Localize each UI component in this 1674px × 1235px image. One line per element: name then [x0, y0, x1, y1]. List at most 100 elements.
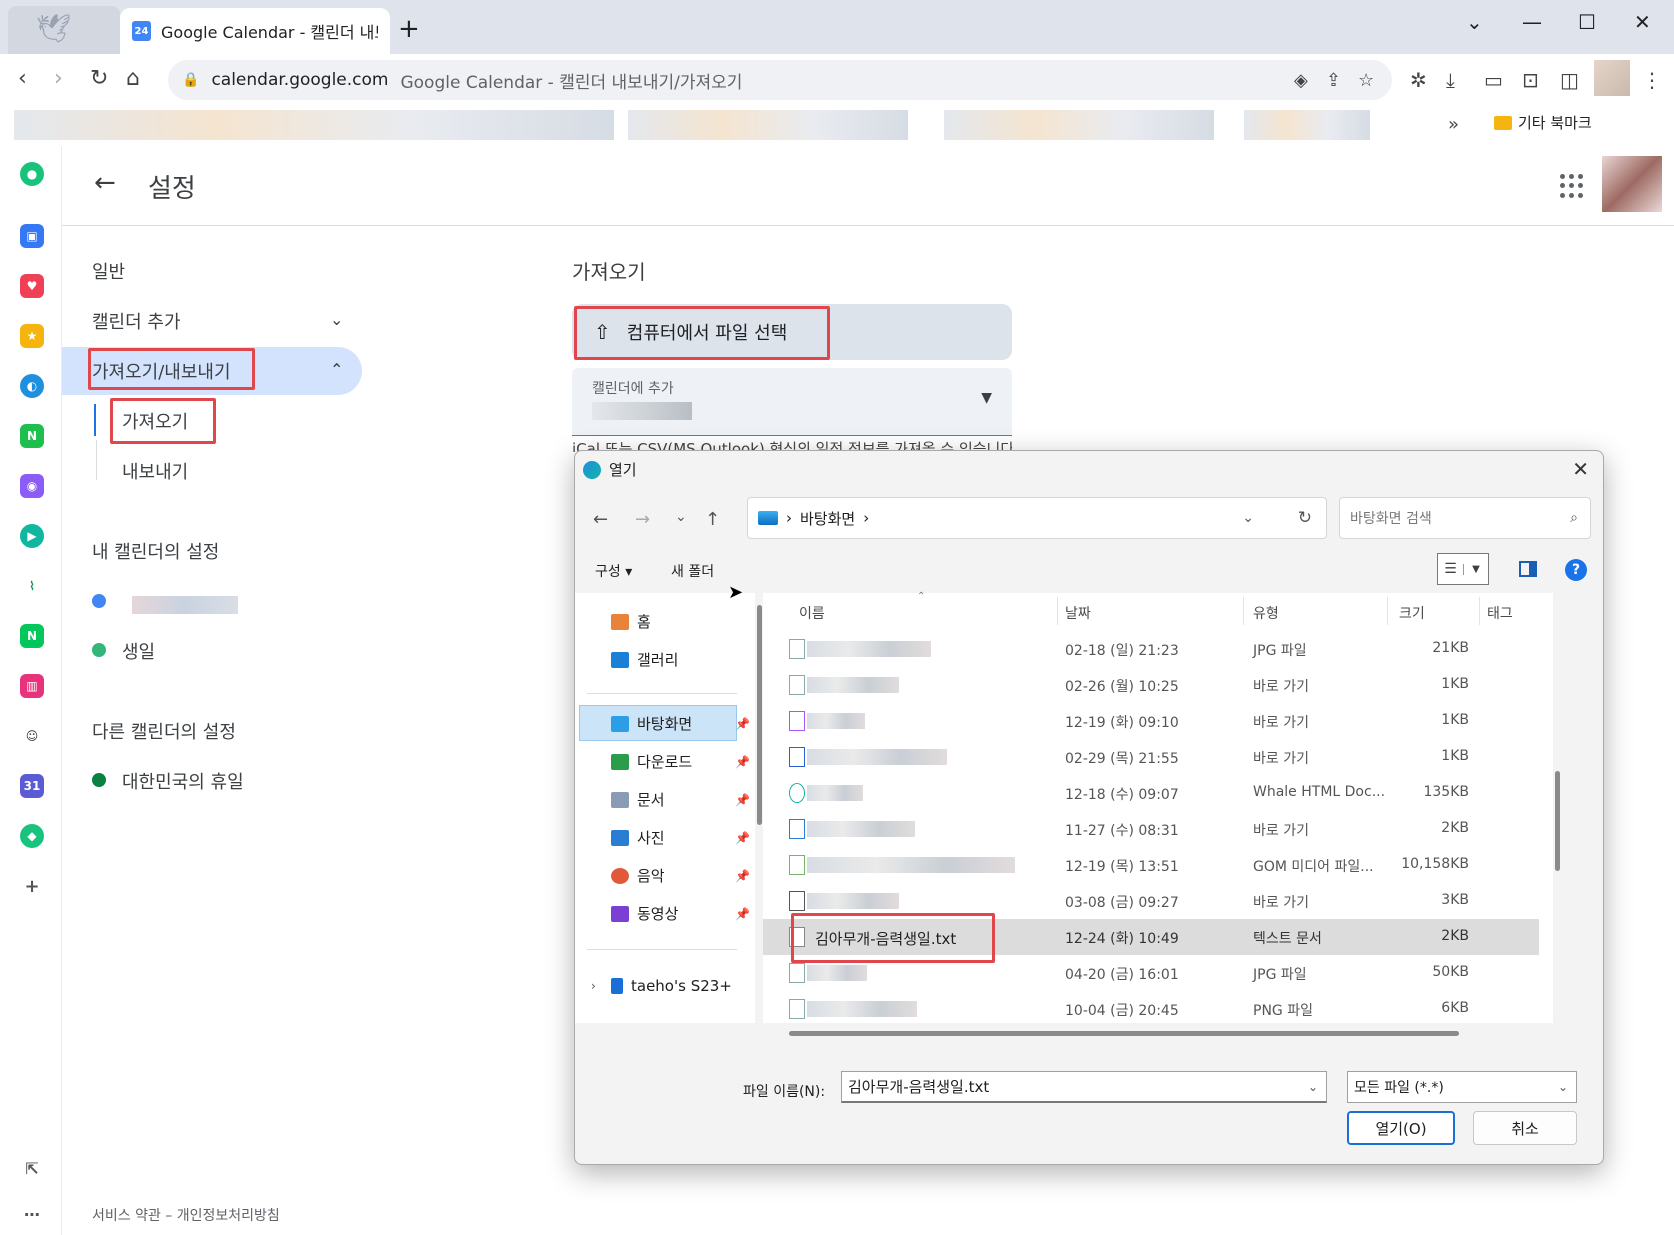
- column-separator[interactable]: [1479, 597, 1480, 625]
- dialog-close-icon[interactable]: ✕: [1572, 457, 1589, 481]
- nav-documents[interactable]: 문서: [611, 789, 665, 810]
- pin-icon[interactable]: 📌: [735, 869, 750, 883]
- table-row[interactable]: 12-19 (목) 13:51 GOM 미디어 파일... 10,158KB: [763, 847, 1539, 883]
- green-circle-app-icon[interactable]: ●: [20, 162, 44, 186]
- pin-icon[interactable]: 📌: [735, 793, 750, 807]
- column-size[interactable]: 크기: [1399, 603, 1425, 623]
- pinned-tab[interactable]: 🕊: [8, 6, 120, 54]
- footer-links[interactable]: 서비스 약관 – 개인정보처리방침: [92, 1205, 280, 1225]
- new-folder-button[interactable]: 새 폴더: [671, 561, 714, 581]
- column-type[interactable]: 유형: [1253, 603, 1279, 623]
- home-icon[interactable]: ⌂: [126, 66, 140, 91]
- table-row[interactable]: 12-19 (화) 09:10 바로 가기 1KB: [763, 703, 1539, 739]
- profile-avatar[interactable]: [1594, 60, 1630, 96]
- column-date[interactable]: 날짜: [1065, 603, 1091, 623]
- pin-icon[interactable]: 📌: [735, 755, 750, 769]
- column-separator[interactable]: [1387, 597, 1388, 625]
- table-row[interactable]: 12-18 (수) 09:07 Whale HTML Doc... 135KB: [763, 775, 1539, 811]
- extensions-icon[interactable]: ✲: [1410, 68, 1427, 92]
- filetype-select[interactable]: 모든 파일 (*.*) ⌄: [1347, 1071, 1577, 1103]
- nav-birthday[interactable]: 생일: [122, 638, 155, 664]
- tab-search-chevron-icon[interactable]: ⌄: [1466, 10, 1483, 34]
- expand-chevron-icon[interactable]: ›: [591, 979, 596, 993]
- address-path[interactable]: › 바탕화면 › ⌄ ↻: [747, 497, 1327, 539]
- nav-downloads[interactable]: 다운로드: [611, 751, 692, 772]
- reload-icon[interactable]: ↻: [90, 66, 108, 91]
- column-name[interactable]: 이름: [799, 603, 825, 623]
- pin-icon[interactable]: 📌: [735, 907, 750, 921]
- nav-home[interactable]: 홈: [611, 611, 651, 632]
- audio-app-icon[interactable]: ▥: [20, 674, 44, 698]
- bookmark-app-icon[interactable]: ◆: [20, 824, 44, 848]
- pocket-app-icon[interactable]: ♥: [20, 274, 44, 298]
- new-tab-button[interactable]: +: [398, 14, 420, 44]
- nav-pictures[interactable]: 사진: [611, 827, 665, 848]
- external-link-icon[interactable]: ⇱: [20, 1156, 44, 1180]
- minimize-icon[interactable]: —: [1522, 10, 1542, 34]
- up-folder-icon[interactable]: ↑: [705, 509, 720, 530]
- filename-input[interactable]: 김아무개-음력생일.txt ⌄: [841, 1071, 1327, 1103]
- column-tags[interactable]: 태그: [1487, 603, 1513, 623]
- bookmark-star-icon[interactable]: ☆: [1358, 70, 1374, 91]
- stock-app-icon[interactable]: ⌇: [20, 574, 44, 598]
- maximize-icon[interactable]: ☐: [1578, 10, 1596, 34]
- add-to-calendar-select[interactable]: 캘린더에 추가 ▼: [572, 368, 1012, 436]
- downloads-icon[interactable]: ⤓: [1446, 68, 1455, 92]
- menu-kebab-icon[interactable]: ⋮: [1642, 68, 1662, 92]
- nav-korea-holidays[interactable]: 대한민국의 휴일: [122, 768, 244, 794]
- dialog-back-icon[interactable]: ←: [593, 509, 608, 530]
- address-bar[interactable]: 🔒 calendar.google.com Google Calendar - …: [168, 60, 1392, 100]
- eye-icon[interactable]: ◈: [1294, 70, 1308, 91]
- back-icon[interactable]: ‹: [18, 66, 27, 91]
- character-app-icon[interactable]: ☺: [20, 724, 44, 748]
- account-avatar[interactable]: [1602, 156, 1662, 212]
- nav-desktop[interactable]: 바탕화면: [611, 713, 692, 734]
- path-desktop[interactable]: 바탕화면: [800, 508, 855, 529]
- bulb-app-icon[interactable]: ◉: [20, 474, 44, 498]
- recent-locations-icon[interactable]: ⌄: [675, 509, 687, 525]
- column-separator[interactable]: [1057, 597, 1058, 625]
- naver-app-icon[interactable]: N: [20, 624, 44, 648]
- nav-phone[interactable]: taeho's S23+: [611, 977, 732, 995]
- close-window-icon[interactable]: ✕: [1634, 10, 1651, 34]
- path-history-chevron-icon[interactable]: ⌄: [1242, 510, 1254, 526]
- open-button[interactable]: 열기(O): [1347, 1111, 1455, 1145]
- bookmarks-blurred[interactable]: [1244, 110, 1370, 140]
- more-dots-icon[interactable]: ⋯: [20, 1202, 44, 1226]
- star-app-icon[interactable]: ★: [20, 324, 44, 348]
- table-row[interactable]: 11-27 (수) 08:31 바로 가기 2KB: [763, 811, 1539, 847]
- play-app-icon[interactable]: ▶: [20, 524, 44, 548]
- sidepanel-icon[interactable]: ◫: [1560, 68, 1579, 92]
- briefcase-app-icon[interactable]: ▣: [20, 224, 44, 248]
- chevron-down-icon[interactable]: ⌄: [330, 310, 343, 329]
- naver-mail-app-icon[interactable]: N: [20, 424, 44, 448]
- view-mode-button[interactable]: ☰ ▼: [1437, 553, 1489, 585]
- dialog-search-input[interactable]: 바탕화면 검색 ⌕: [1339, 497, 1591, 539]
- bookmarks-blurred[interactable]: [628, 110, 908, 140]
- file-list-vscrollbar[interactable]: [1553, 601, 1563, 1021]
- nav-general[interactable]: 일반: [92, 258, 125, 284]
- cancel-button[interactable]: 취소: [1473, 1111, 1577, 1145]
- help-icon[interactable]: ?: [1565, 559, 1587, 581]
- preview-pane-icon[interactable]: [1519, 561, 1537, 577]
- other-bookmarks-folder[interactable]: 기타 북마크: [1494, 112, 1592, 133]
- nav-gallery[interactable]: 갤러리: [611, 649, 678, 670]
- table-row[interactable]: 02-26 (월) 10:25 바로 가기 1KB: [763, 667, 1539, 703]
- share-icon[interactable]: ⇪: [1326, 70, 1341, 91]
- pin-icon[interactable]: 📌: [735, 831, 750, 845]
- file-list-hscrollbar[interactable]: [789, 1031, 1459, 1036]
- back-arrow-icon[interactable]: ←: [94, 168, 116, 198]
- table-row[interactable]: 10-04 (금) 20:45 PNG 파일 6KB: [763, 991, 1539, 1027]
- forward-icon[interactable]: ›: [54, 66, 63, 91]
- filename-dropdown-icon[interactable]: ⌄: [1308, 1080, 1318, 1094]
- google-apps-grid-icon[interactable]: [1560, 174, 1584, 198]
- calendar-31-app-icon[interactable]: 31: [20, 774, 44, 798]
- add-app-icon[interactable]: +: [20, 874, 44, 898]
- video-icon[interactable]: ▭: [1484, 68, 1503, 92]
- bookmarks-blurred[interactable]: [14, 110, 614, 140]
- tab-google-calendar[interactable]: 24 Google Calendar - 캘린더 내보: [120, 8, 390, 54]
- nav-export[interactable]: 내보내기: [122, 458, 188, 484]
- bookmarks-blurred[interactable]: [944, 110, 1214, 140]
- column-separator[interactable]: [1243, 597, 1244, 625]
- my-calendar-item-blurred[interactable]: [132, 596, 238, 614]
